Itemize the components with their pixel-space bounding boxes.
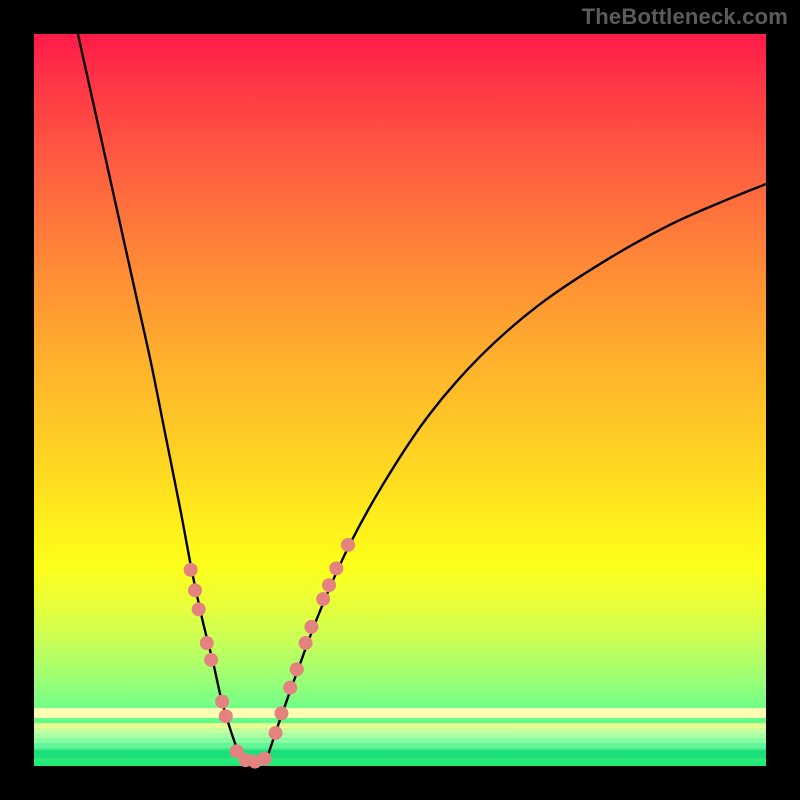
marker-dot	[283, 681, 297, 695]
marker-dot	[258, 752, 272, 766]
marker-dot	[188, 583, 202, 597]
marker-dot	[304, 620, 318, 634]
marker-dot	[274, 706, 288, 720]
marker-dot	[200, 636, 214, 650]
marker-dot	[290, 662, 304, 676]
marker-dot	[204, 653, 218, 667]
marker-dot	[219, 709, 233, 723]
curve-left-branch	[78, 34, 241, 759]
marker-dot	[341, 538, 355, 552]
marker-dot	[192, 602, 206, 616]
chart-frame: TheBottleneck.com	[0, 0, 800, 800]
curve-right-branch	[267, 184, 766, 759]
watermark-label: TheBottleneck.com	[582, 4, 788, 30]
marker-dot	[215, 695, 229, 709]
plot-area	[34, 34, 766, 766]
marker-dot	[299, 636, 313, 650]
marker-dot	[269, 726, 283, 740]
marker-dot	[184, 563, 198, 577]
marker-dot	[322, 578, 336, 592]
marker-dot	[316, 592, 330, 606]
marker-dot	[329, 561, 343, 575]
chart-svg	[34, 34, 766, 766]
